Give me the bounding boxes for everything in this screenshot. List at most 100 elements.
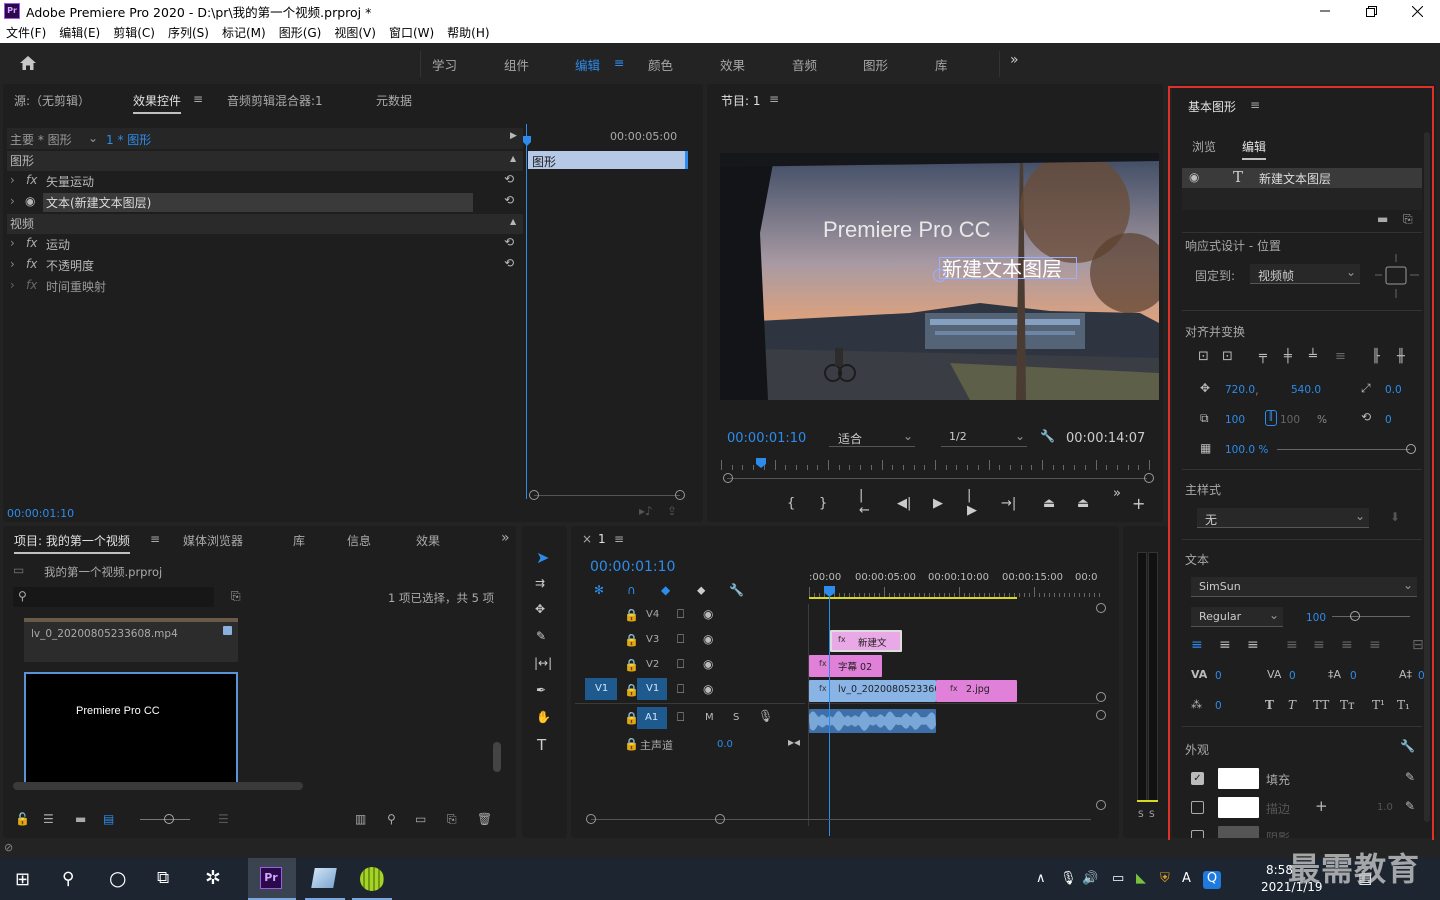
vertical-zoom-handle[interactable] bbox=[1096, 710, 1106, 720]
zoom-handle-right[interactable] bbox=[675, 490, 685, 500]
chevron-down-icon[interactable]: ⌄ bbox=[88, 131, 98, 151]
selection-tool-icon[interactable]: ➤ bbox=[536, 548, 549, 567]
toggle-sync-icon[interactable]: ⎕ bbox=[677, 657, 684, 672]
eye-icon[interactable]: ◉ bbox=[703, 632, 713, 646]
vertical-zoom-handle[interactable] bbox=[1096, 603, 1106, 613]
tab-project[interactable]: 项目: 我的第一个视频 bbox=[14, 532, 130, 554]
menu-window[interactable]: 窗口(W) bbox=[389, 24, 434, 41]
eg-tab-edit[interactable]: 编辑 bbox=[1242, 138, 1267, 160]
new-item-icon[interactable]: ⎘ bbox=[447, 812, 457, 827]
expand-arrow-icon[interactable]: › bbox=[10, 194, 15, 214]
font-dropdown[interactable]: SimSun ⌄ bbox=[1191, 577, 1417, 597]
align-bottom-icon[interactable]: ╧ bbox=[1309, 349, 1317, 364]
add-marker-icon[interactable]: ⬥ bbox=[697, 583, 705, 598]
master-volume-value[interactable]: 0.0 bbox=[717, 739, 733, 750]
font-size-slider[interactable] bbox=[1332, 616, 1410, 617]
security-icon[interactable]: ⛨ bbox=[1160, 871, 1170, 886]
text-box-icon[interactable]: ⊟ bbox=[1412, 637, 1424, 653]
collapse-up-icon[interactable]: ▲ bbox=[510, 217, 516, 237]
new-layer-menu-icon[interactable]: ⎘ bbox=[1403, 212, 1413, 227]
program-ruler[interactable] bbox=[721, 456, 1150, 470]
eg-tab-browse[interactable]: 浏览 bbox=[1192, 138, 1216, 155]
project-search-input[interactable]: ⚲ bbox=[13, 587, 214, 607]
nest-icon[interactable]: ✻ bbox=[594, 583, 604, 597]
shadow-checkbox[interactable] bbox=[1191, 830, 1204, 838]
export-frame-icon[interactable]: ⇪ bbox=[667, 504, 677, 518]
leading-value[interactable]: 0 bbox=[1350, 670, 1357, 682]
add-button-icon[interactable]: + bbox=[1132, 494, 1145, 513]
toggle-sync-icon[interactable]: ⎕ bbox=[677, 607, 684, 622]
task-view-icon[interactable]: ⧉ bbox=[157, 868, 169, 888]
slip-tool-icon[interactable]: |↔| bbox=[534, 656, 552, 670]
timeline-settings-icon[interactable]: 🔧 bbox=[729, 583, 744, 597]
essential-graphics-title[interactable]: 基本图形 bbox=[1188, 98, 1236, 115]
eye-icon[interactable]: ◉ bbox=[703, 657, 713, 671]
tab-media-browser[interactable]: 媒体浏览器 bbox=[183, 532, 243, 549]
anchor-point-icon[interactable] bbox=[933, 269, 946, 282]
menu-marker[interactable]: 标记(M) bbox=[222, 24, 266, 41]
clip-v2-title[interactable]: fx 字幕 02 bbox=[809, 655, 882, 677]
step-back-icon[interactable]: ◀| bbox=[897, 496, 911, 511]
menu-sequence[interactable]: 序列(S) bbox=[168, 24, 209, 41]
scale-value[interactable]: 100 bbox=[1225, 414, 1245, 426]
timeline-playhead[interactable] bbox=[829, 594, 830, 836]
close-sequence-icon[interactable]: × bbox=[582, 532, 592, 546]
expand-arrow-icon[interactable]: › bbox=[10, 278, 15, 298]
go-to-edit-icon[interactable]: ▸◂ bbox=[788, 735, 800, 749]
tab-info[interactable]: 信息 bbox=[347, 532, 371, 549]
font-size-slider-handle[interactable] bbox=[1350, 611, 1360, 621]
new-bin-icon[interactable]: ▭ bbox=[415, 812, 426, 826]
show-hidden-icons-icon[interactable]: ∧ bbox=[1036, 871, 1046, 886]
all-caps-icon[interactable]: TT bbox=[1313, 698, 1329, 712]
opacity-value[interactable]: 100.0 % bbox=[1225, 444, 1268, 456]
align-text-center-icon[interactable]: ≡ bbox=[1219, 637, 1231, 653]
lift-icon[interactable]: ⏏ bbox=[1043, 496, 1055, 511]
appearance-wrench-icon[interactable]: 🔧 bbox=[1400, 739, 1415, 753]
tab-audio-mixer[interactable]: 音频剪辑混合器:1 bbox=[227, 92, 323, 109]
render-status-icon[interactable]: ⊘ bbox=[4, 841, 13, 854]
tab-source[interactable]: 源:（无剪辑） bbox=[14, 92, 90, 109]
workspace-libraries[interactable]: 库 bbox=[935, 55, 948, 74]
expand-arrow-icon[interactable]: › bbox=[10, 257, 15, 277]
solo-left-button[interactable]: S bbox=[1138, 810, 1144, 820]
trash-icon[interactable]: 🗑 bbox=[477, 812, 492, 826]
effect-text-layer[interactable]: 文本(新建文本图层) bbox=[46, 194, 151, 214]
freeform-view-icon[interactable]: ▤ bbox=[103, 812, 114, 826]
effect-vector-motion[interactable]: 矢量运动 bbox=[46, 173, 94, 193]
small-caps-icon[interactable]: Tт bbox=[1340, 698, 1355, 712]
toggle-sync-icon[interactable]: ⎕ bbox=[677, 682, 684, 697]
project-item-graphic[interactable]: Premiere Pro CC bbox=[24, 672, 238, 784]
workspace-assembly[interactable]: 组件 bbox=[504, 55, 529, 74]
vertical-zoom-handle[interactable] bbox=[1096, 800, 1106, 810]
go-to-in-icon[interactable]: |← bbox=[859, 488, 870, 518]
pinwheel-app-icon[interactable]: ✲ bbox=[205, 867, 221, 889]
eye-icon[interactable]: ◉ bbox=[1189, 170, 1199, 184]
opacity-slider[interactable] bbox=[1277, 449, 1410, 450]
filter-icon[interactable]: ▸♪ bbox=[639, 504, 653, 518]
clip-v3-text[interactable]: fx 新建文 bbox=[830, 630, 902, 652]
effect-controls-menu-icon[interactable]: ≡ bbox=[193, 92, 203, 106]
collapse-up-icon[interactable]: ▲ bbox=[510, 154, 516, 174]
overlay-text-layer[interactable]: 新建文本图层 bbox=[942, 253, 1062, 282]
menu-file[interactable]: 文件(F) bbox=[6, 24, 46, 41]
qq-icon[interactable]: Q bbox=[1203, 871, 1221, 889]
font-style-dropdown[interactable]: Regular ⌄ bbox=[1191, 607, 1283, 627]
pen-tool-icon[interactable]: ✒ bbox=[536, 683, 546, 697]
eye-icon[interactable]: ◉ bbox=[703, 607, 713, 621]
taskbar-app-3[interactable] bbox=[352, 858, 392, 900]
reset-icon[interactable]: ⟲ bbox=[504, 193, 514, 213]
workspace-editing[interactable]: 编辑 bbox=[575, 55, 600, 74]
project-h-scrollbar[interactable] bbox=[13, 782, 303, 790]
add-stroke-icon[interactable]: + bbox=[1315, 797, 1328, 815]
workspace-learn[interactable]: 学习 bbox=[432, 55, 457, 74]
program-current-time[interactable]: 00:00:01:10 bbox=[727, 431, 806, 446]
align-middle-icon[interactable]: ╪ bbox=[1284, 349, 1292, 364]
effect-motion[interactable]: 运动 bbox=[46, 236, 70, 256]
volume-icon[interactable]: 🔊 bbox=[1082, 871, 1098, 886]
shadow-color-swatch[interactable] bbox=[1218, 826, 1259, 838]
solo-button[interactable]: S bbox=[733, 712, 739, 723]
kerning-value[interactable]: 0 bbox=[1215, 670, 1222, 682]
menu-clip[interactable]: 剪辑(C) bbox=[113, 24, 155, 41]
microphone-icon[interactable]: 🎙 bbox=[758, 709, 773, 723]
workspace-menu-icon[interactable]: ≡ bbox=[614, 55, 624, 70]
